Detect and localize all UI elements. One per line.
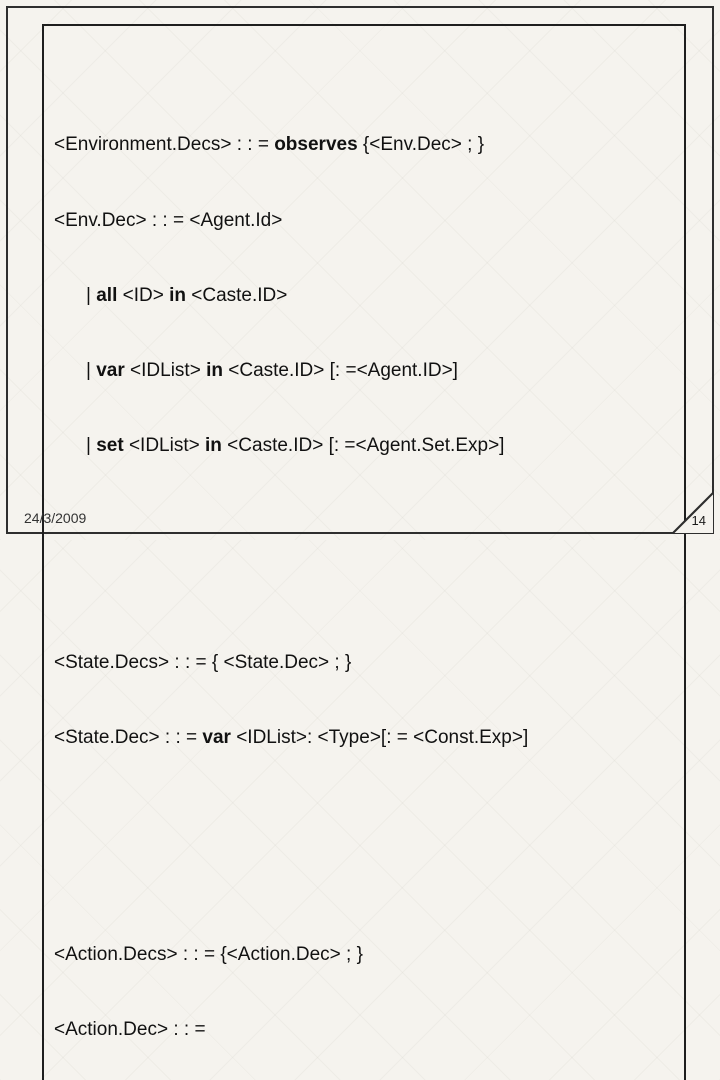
text: | (86, 360, 96, 381)
text: <IDList>: <Type>[: = <Const.Exp>] (231, 727, 528, 748)
kw-var: var (96, 360, 125, 381)
action-block: <Action.Decs> : : = {<Action.Dec> ; } <A… (54, 892, 674, 1080)
text: <ID> (117, 285, 169, 306)
text: <IDList> (125, 360, 206, 381)
kw-set: set (96, 435, 123, 456)
kw-in: in (169, 285, 186, 306)
kw-in: in (205, 435, 222, 456)
action-line2: <Action.Dec> : : = (54, 1017, 674, 1042)
footer-date: 24/3/2009 (24, 510, 86, 526)
text: | (86, 285, 96, 306)
env-line1: <Environment.Decs> : : = observes {<Env.… (54, 132, 674, 157)
text: | (86, 435, 96, 456)
grammar-box: <Environment.Decs> : : = observes {<Env.… (42, 24, 686, 1080)
text: <Caste.ID> [: =<Agent.Set.Exp>] (222, 435, 505, 456)
env-line2: <Env.Dec> : : = <Agent.Id> (54, 208, 674, 233)
env-block: <Environment.Decs> : : = observes {<Env.… (54, 82, 674, 508)
kw-observes: observes (274, 134, 357, 155)
text: <State.Dec> : : = (54, 727, 202, 748)
env-line3: | all <ID> in <Caste.ID> (54, 283, 674, 308)
text: <Environment.Decs> : : = (54, 134, 274, 155)
page-number: 14 (692, 513, 706, 528)
text: <Caste.ID> [: =<Agent.ID>] (223, 360, 458, 381)
kw-all: all (96, 285, 117, 306)
kw-in: in (206, 360, 223, 381)
text: <Caste.ID> (186, 285, 287, 306)
env-line5: | set <IDList> in <Caste.ID> [: =<Agent.… (54, 433, 674, 458)
state-block: <State.Decs> : : = { <State.Dec> ; } <St… (54, 600, 674, 801)
text: <IDList> (124, 435, 205, 456)
env-line4: | var <IDList> in <Caste.ID> [: =<Agent.… (54, 358, 674, 383)
text: {<Env.Dec> ; } (358, 134, 484, 155)
state-line2: <State.Dec> : : = var <IDList>: <Type>[:… (54, 725, 674, 750)
state-line1: <State.Decs> : : = { <State.Dec> ; } (54, 650, 674, 675)
kw-var: var (202, 727, 231, 748)
grammar-text: <Environment.Decs> : : = observes {<Env.… (54, 32, 674, 1080)
action-line1: <Action.Decs> : : = {<Action.Dec> ; } (54, 942, 674, 967)
